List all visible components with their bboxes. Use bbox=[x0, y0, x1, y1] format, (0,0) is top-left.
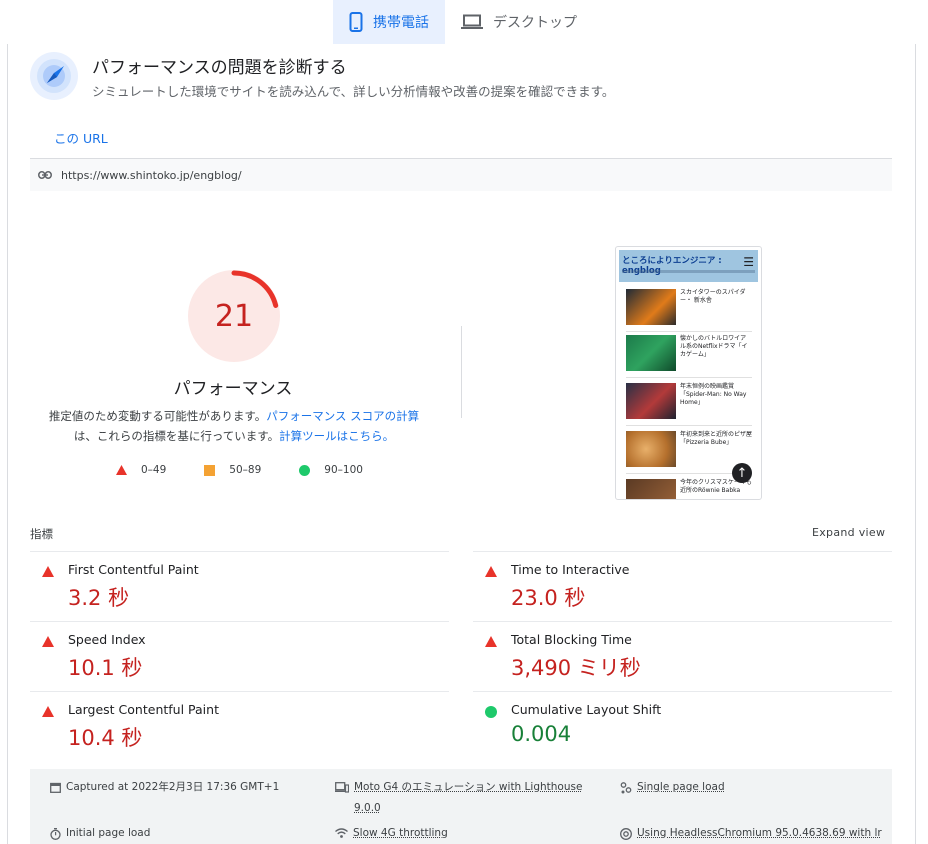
metric-value: 3.2 秒 bbox=[68, 582, 129, 612]
metric-fcp: First Contentful Paint 3.2 秒 bbox=[30, 551, 449, 621]
thumb-post: 懐かしのバトルロワイアル系のNetflixドラマ「イカゲーム」 bbox=[626, 335, 752, 375]
metric-name: Time to Interactive bbox=[511, 562, 629, 577]
tab-mobile-label: 携帯電話 bbox=[373, 12, 429, 32]
run-browser[interactable]: Using HeadlessChromium 95.0.4638.69 with… bbox=[620, 823, 882, 844]
legend-poor: 0–49 bbox=[116, 464, 166, 476]
thumb-post-title: 懐かしのバトルロワイアル系のNetflixドラマ「イカゲーム」 bbox=[680, 335, 752, 359]
triangle-icon bbox=[485, 566, 497, 577]
score-calc-link[interactable]: パフォーマンス スコアの計算 bbox=[266, 409, 419, 423]
triangle-icon bbox=[42, 566, 54, 577]
run-captured: Captured at 2022年2月3日 17:36 GMT+1 bbox=[50, 777, 279, 798]
legend-average: 50–89 bbox=[204, 464, 261, 476]
thumb-post-title: 年初来到来と近所のピザ屋「Pizzeria Bube」 bbox=[680, 431, 752, 447]
metric-name: Speed Index bbox=[68, 632, 146, 647]
performance-label: パフォーマンス bbox=[108, 374, 358, 399]
url-text: https://www.shintoko.jp/engblog/ bbox=[61, 169, 242, 182]
wifi-icon bbox=[335, 828, 348, 838]
vertical-divider bbox=[461, 326, 462, 418]
metric-si: Speed Index 10.1 秒 bbox=[30, 621, 449, 691]
menu-icon: ☰ bbox=[743, 255, 754, 269]
thumb-post-title: 年末恒例の映画鑑賞「Spider-Man: No Way Home」 bbox=[680, 383, 752, 407]
legend-good-label: 90–100 bbox=[324, 464, 363, 476]
link-icon bbox=[38, 171, 52, 179]
thumb-post-title: スカイタワーのスパイダー・ 新水舎 bbox=[680, 289, 752, 305]
run-initial-load: Initial page load bbox=[50, 823, 150, 844]
metric-name: Total Blocking Time bbox=[511, 632, 632, 647]
legend-average-label: 50–89 bbox=[229, 464, 261, 476]
metric-value: 10.1 秒 bbox=[68, 652, 142, 682]
url-bar: https://www.shintoko.jp/engblog/ bbox=[30, 158, 892, 191]
metric-value: 23.0 秒 bbox=[511, 582, 585, 612]
compass-icon bbox=[30, 52, 78, 100]
circle-icon bbox=[485, 706, 497, 718]
diagnose-header: パフォーマンスの問題を診断する シミュレートした環境でサイトを読み込んで、詳しい… bbox=[30, 52, 614, 100]
metric-tti: Time to Interactive 23.0 秒 bbox=[473, 551, 892, 621]
triangle-icon bbox=[116, 465, 127, 475]
circle-icon bbox=[299, 465, 310, 476]
score-description: 推定値のため変動する可能性があります。パフォーマンス スコアの計算 は、これらの… bbox=[38, 406, 430, 446]
expand-view-button[interactable]: Expand view bbox=[812, 526, 885, 539]
metric-value: 3,490 ミリ秒 bbox=[511, 652, 641, 682]
run-load-type[interactable]: Single page load bbox=[620, 777, 725, 798]
run-device[interactable]: Moto G4 のエミュレーション with Lighthouse 9.0.0 bbox=[335, 777, 582, 819]
tab-mobile[interactable]: 携帯電話 bbox=[333, 0, 445, 44]
metric-value: 10.4 秒 bbox=[68, 722, 142, 752]
square-icon bbox=[204, 465, 215, 476]
triangle-icon bbox=[485, 636, 497, 647]
metric-name: Cumulative Layout Shift bbox=[511, 702, 661, 717]
calculator-link[interactable]: 計算ツールはこちら。 bbox=[279, 429, 394, 443]
performance-score: 21 bbox=[188, 270, 280, 362]
metric-lcp: Largest Contentful Paint 10.4 秒 bbox=[30, 691, 449, 761]
device-tabs: 携帯電話 デスクトップ bbox=[333, 0, 593, 44]
run-info: Captured at 2022年2月3日 17:36 GMT+1 Moto G… bbox=[30, 769, 892, 844]
diagnose-title: パフォーマンスの問題を診断する bbox=[92, 53, 614, 78]
report-card: パフォーマンスの問題を診断する シミュレートした環境でサイトを読み込んで、詳しい… bbox=[7, 44, 916, 844]
legend-good: 90–100 bbox=[299, 464, 363, 476]
timer-icon bbox=[50, 828, 61, 840]
smartphone-icon bbox=[349, 12, 363, 32]
score-desc-text-2: は、これらの指標を基に行っています。 bbox=[74, 429, 279, 443]
tab-desktop[interactable]: デスクトップ bbox=[445, 0, 593, 44]
tab-desktop-label: デスクトップ bbox=[493, 12, 577, 32]
metric-name: First Contentful Paint bbox=[68, 562, 199, 577]
metric-tbt: Total Blocking Time 3,490 ミリ秒 bbox=[473, 621, 892, 691]
scroll-top-icon: ↑ bbox=[732, 463, 752, 483]
thumb-post: 年末恒例の映画鑑賞「Spider-Man: No Way Home」 bbox=[626, 383, 752, 423]
metrics-grid: First Contentful Paint 3.2 秒 Time to Int… bbox=[30, 551, 892, 765]
triangle-icon bbox=[42, 706, 54, 717]
score-desc-text-1: 推定値のため変動する可能性があります。 bbox=[49, 409, 266, 423]
laptop-icon bbox=[461, 14, 483, 30]
thumb-post: 年初来到来と近所のピザ屋「Pizzeria Bube」 bbox=[626, 431, 752, 471]
devices-icon bbox=[335, 782, 349, 793]
diagnose-subtitle: シミュレートした環境でサイトを読み込んで、詳しい分析情報や改善の提案を確認できま… bbox=[92, 81, 614, 100]
metric-value: 0.004 bbox=[511, 722, 571, 746]
score-legend: 0–49 50–89 90–100 bbox=[116, 464, 401, 476]
metrics-heading: 指標 bbox=[30, 526, 53, 542]
run-throttling[interactable]: Slow 4G throttling bbox=[335, 823, 448, 844]
thumb-post: スカイタワーのスパイダー・ 新水舎 bbox=[626, 289, 752, 329]
page-screenshot: ところによりエンジニア : engblog ☰ スカイタワーのスパイダー・ 新水… bbox=[615, 246, 762, 500]
metric-name: Largest Contentful Paint bbox=[68, 702, 219, 717]
triangle-icon bbox=[42, 636, 54, 647]
thumb-post: 今年のクリスマスケーキも近所のRöwnie Babka bbox=[626, 479, 752, 500]
metric-cls: Cumulative Layout Shift 0.004 bbox=[473, 691, 892, 761]
calendar-icon bbox=[50, 782, 61, 793]
thumb-header: ところによりエンジニア : engblog ☰ bbox=[619, 250, 758, 282]
performance-gauge: 21 bbox=[188, 270, 280, 362]
chrome-icon bbox=[620, 828, 632, 840]
legend-poor-label: 0–49 bbox=[141, 464, 166, 476]
nodes-icon bbox=[620, 782, 632, 794]
